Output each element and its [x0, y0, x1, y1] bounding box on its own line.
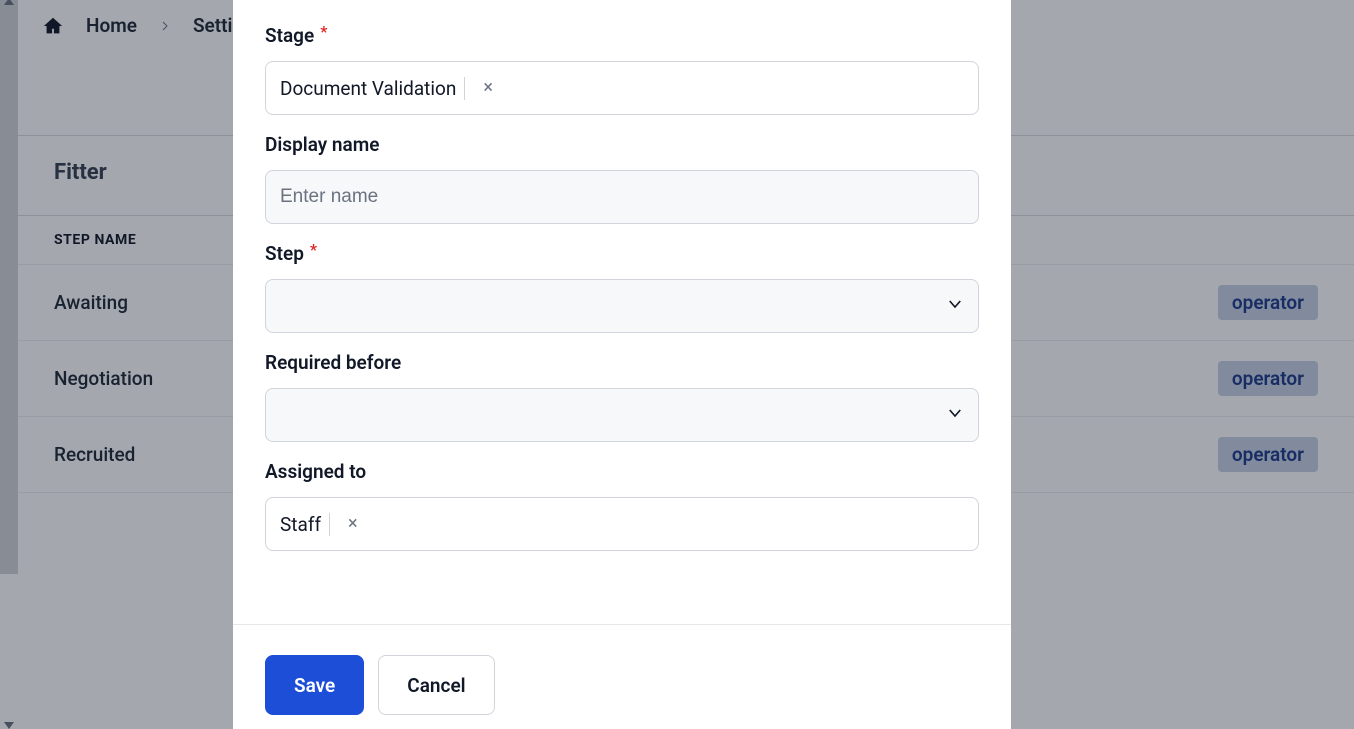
stage-label: Stage — [265, 24, 314, 47]
dialog-footer: Save Cancel — [233, 624, 1011, 729]
assigned-to-label: Assigned to — [265, 460, 366, 483]
edit-step-dialog: Stage * Document Validation × Display na… — [233, 0, 1011, 729]
field-step: Step * — [265, 242, 979, 333]
field-stage: Stage * Document Validation × — [265, 24, 979, 115]
chevron-down-icon — [946, 404, 964, 427]
assigned-to-input[interactable]: Staff × — [265, 497, 979, 551]
display-name-input-wrap — [265, 170, 979, 224]
field-assigned-to: Assigned to Staff × — [265, 460, 979, 551]
step-label: Step — [265, 242, 304, 265]
field-display-name: Display name — [265, 133, 979, 224]
stage-chip: Document Validation — [280, 77, 465, 100]
required-before-select[interactable] — [265, 388, 979, 442]
close-icon[interactable]: × — [338, 515, 362, 533]
cancel-button[interactable]: Cancel — [378, 655, 494, 715]
display-name-input[interactable] — [280, 186, 964, 208]
display-name-label: Display name — [265, 133, 379, 156]
step-select[interactable] — [265, 279, 979, 333]
required-asterisk-icon: * — [320, 22, 327, 41]
required-asterisk-icon: * — [310, 240, 317, 259]
required-before-label: Required before — [265, 351, 401, 374]
chevron-down-icon — [946, 295, 964, 318]
save-button[interactable]: Save — [265, 655, 364, 715]
close-icon[interactable]: × — [473, 79, 497, 97]
stage-input[interactable]: Document Validation × — [265, 61, 979, 115]
assigned-to-chip: Staff — [280, 513, 330, 536]
field-required-before: Required before — [265, 351, 979, 442]
